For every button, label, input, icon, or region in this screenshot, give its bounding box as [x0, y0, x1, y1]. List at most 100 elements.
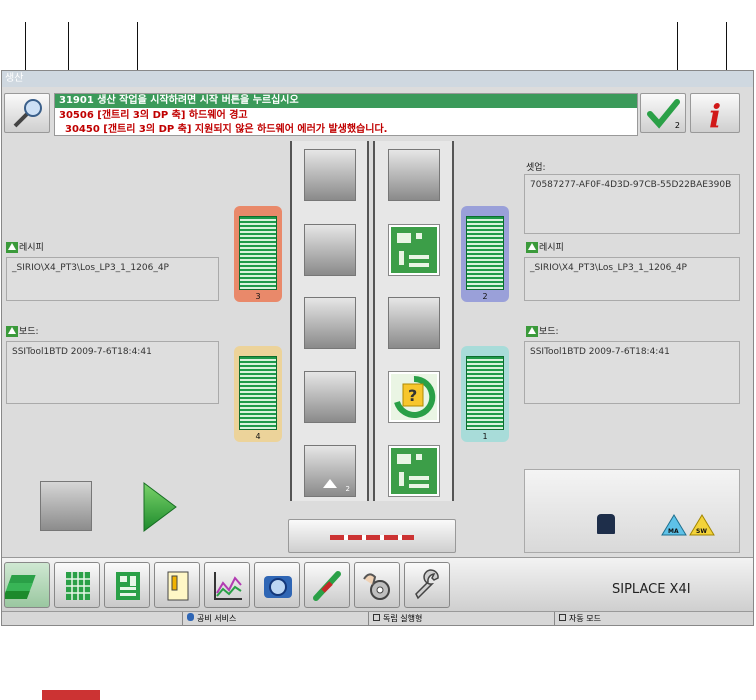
- status-service: 공비 서비스: [182, 612, 368, 625]
- message-list[interactable]: 31901 생산 작업을 시작하려면 시작 버튼을 누르십시오 30506 [갠…: [54, 93, 638, 136]
- pcb-board[interactable]: [388, 224, 440, 276]
- message-text: [갠트리 3의 DP 축] 지원되지 않은 하드웨어 에러가 발생했습니다.: [103, 124, 388, 135]
- chart-icon: [214, 572, 242, 600]
- wrench-icon: [415, 569, 439, 600]
- message-text: [갠트리 3의 DP 축] 하드웨어 경고: [97, 110, 248, 121]
- board-icon: [116, 572, 140, 600]
- board-tab[interactable]: [104, 562, 150, 608]
- svg-text:?: ?: [408, 386, 417, 405]
- red-marker: [42, 690, 100, 700]
- feeder-table-3[interactable]: 3: [234, 206, 282, 302]
- slot-count: 2: [345, 485, 350, 493]
- mode-icon: [559, 614, 566, 621]
- start-button[interactable]: [140, 481, 180, 533]
- settings-tab[interactable]: [354, 562, 400, 608]
- play-icon: [143, 482, 177, 532]
- status-production: 독립 실행형: [368, 612, 554, 625]
- feeder-table-4[interactable]: 4: [234, 346, 282, 442]
- svg-text:SW: SW: [696, 528, 707, 535]
- document-tab[interactable]: [154, 562, 200, 608]
- svg-text:MA: MA: [668, 528, 679, 535]
- machine-status-panel[interactable]: MA SW: [524, 469, 740, 553]
- board-slot[interactable]: [304, 224, 356, 276]
- board-slot[interactable]: 2: [304, 445, 356, 497]
- service-tab[interactable]: [404, 562, 450, 608]
- board-slot[interactable]: [388, 149, 440, 201]
- recipe-field[interactable]: _SIRIO\X4_PT3\Los_LP3_1_1206_4P: [6, 257, 219, 301]
- feeder-table-1[interactable]: 1: [461, 346, 509, 442]
- acknowledge-button[interactable]: 2: [640, 93, 686, 133]
- camera-tab[interactable]: [254, 562, 300, 608]
- message-row[interactable]: 30506 [갠트리 3의 DP 축] 하드웨어 경고: [59, 108, 248, 123]
- pcb-icon: [391, 448, 437, 494]
- board-slot[interactable]: [304, 297, 356, 349]
- upload-icon: [526, 326, 538, 337]
- user-icon: [187, 613, 194, 621]
- production-screen: 생산 31901 생산 작업을 시작하려면 시작 버튼을 누르십시오 30506…: [1, 70, 754, 626]
- recipe-field[interactable]: _SIRIO\X4_PT3\Los_LP3_1_1206_4P: [524, 257, 740, 301]
- magnifier-icon: [13, 99, 42, 128]
- board-label: 보드:: [6, 324, 39, 337]
- feeder-number: 3: [255, 292, 261, 301]
- board-value: SSITool1BTD 2009-7-6T18:4:41: [12, 347, 152, 357]
- upload-icon: [6, 242, 18, 253]
- feeder-number: 1: [482, 432, 488, 441]
- setup-value: 70587277-AF0F-4D3D-97CB-55D22BAE390B: [530, 180, 732, 190]
- board-value: SSITool1BTD 2009-7-6T18:4:41: [530, 347, 670, 357]
- question-refresh-icon: ?: [394, 375, 436, 418]
- ma-warning-icon: MA: [661, 514, 687, 536]
- info-button[interactable]: i: [690, 93, 740, 135]
- grid-icon: [66, 572, 90, 600]
- board-slot[interactable]: [388, 297, 440, 349]
- message-text: 생산 작업을 시작하려면 시작 버튼을 누르십시오: [97, 95, 299, 106]
- feeder-number: 2: [482, 292, 488, 301]
- message-row[interactable]: 30450 [갠트리 3의 DP 축] 지원되지 않은 하드웨어 에러가 발생했…: [65, 122, 387, 137]
- search-button[interactable]: [4, 93, 50, 133]
- brand-label: SIPLACE X4I: [612, 582, 691, 597]
- board-slot[interactable]: [304, 371, 356, 423]
- checkmark-icon: [647, 99, 680, 129]
- status-mode: 자동 모드: [554, 612, 753, 625]
- feeder-number: 4: [255, 432, 261, 441]
- recipe-label: 레시피: [526, 240, 564, 253]
- conveyor-width-button[interactable]: [288, 519, 456, 553]
- stop-button[interactable]: [40, 481, 92, 531]
- info-icon: i: [709, 97, 721, 135]
- svg-text:i: i: [709, 97, 721, 134]
- tool-pen-icon: [313, 571, 341, 601]
- sw-warning-icon: SW: [689, 514, 715, 536]
- production-tab[interactable]: [2, 562, 50, 608]
- tool-tab[interactable]: [304, 562, 350, 608]
- operator-icon: [597, 514, 615, 534]
- upload-icon: [526, 242, 538, 253]
- setup-field[interactable]: 70587277-AF0F-4D3D-97CB-55D22BAE390B: [524, 174, 740, 234]
- camera-icon: [264, 576, 292, 598]
- recipe-value: _SIRIO\X4_PT3\Los_LP3_1_1206_4P: [530, 263, 687, 273]
- board-slot[interactable]: [304, 149, 356, 201]
- rail-icon: [330, 535, 414, 540]
- production-icon: [2, 575, 36, 599]
- feeder-strips: [239, 356, 277, 430]
- message-code: 30450: [65, 124, 100, 135]
- pcb-icon: [391, 227, 437, 273]
- toolbar: SIPLACE X4I: [2, 557, 753, 611]
- feeder-table-2[interactable]: 2: [461, 206, 509, 302]
- pcb-board-unknown[interactable]: ?: [388, 371, 440, 423]
- gear-hand-icon: [363, 573, 390, 600]
- message-row[interactable]: 31901 생산 작업을 시작하려면 시작 버튼을 누르십시오: [55, 94, 637, 108]
- recipe-value: _SIRIO\X4_PT3\Los_LP3_1_1206_4P: [12, 263, 169, 273]
- document-icon: [167, 571, 189, 601]
- setup-label: 셋업:: [526, 163, 546, 173]
- grid-tab[interactable]: [54, 562, 100, 608]
- message-count: 2: [674, 121, 680, 130]
- message-code: 30506: [59, 110, 94, 121]
- lane-icon: [373, 614, 380, 621]
- arrow-up-icon: [323, 479, 337, 488]
- chart-tab[interactable]: [204, 562, 250, 608]
- board-field[interactable]: SSITool1BTD 2009-7-6T18:4:41: [524, 341, 740, 404]
- board-field[interactable]: SSITool1BTD 2009-7-6T18:4:41: [6, 341, 219, 404]
- upload-icon: [6, 326, 18, 337]
- feeder-strips: [466, 216, 504, 290]
- pcb-board[interactable]: [388, 445, 440, 497]
- window-title: 생산: [2, 71, 753, 87]
